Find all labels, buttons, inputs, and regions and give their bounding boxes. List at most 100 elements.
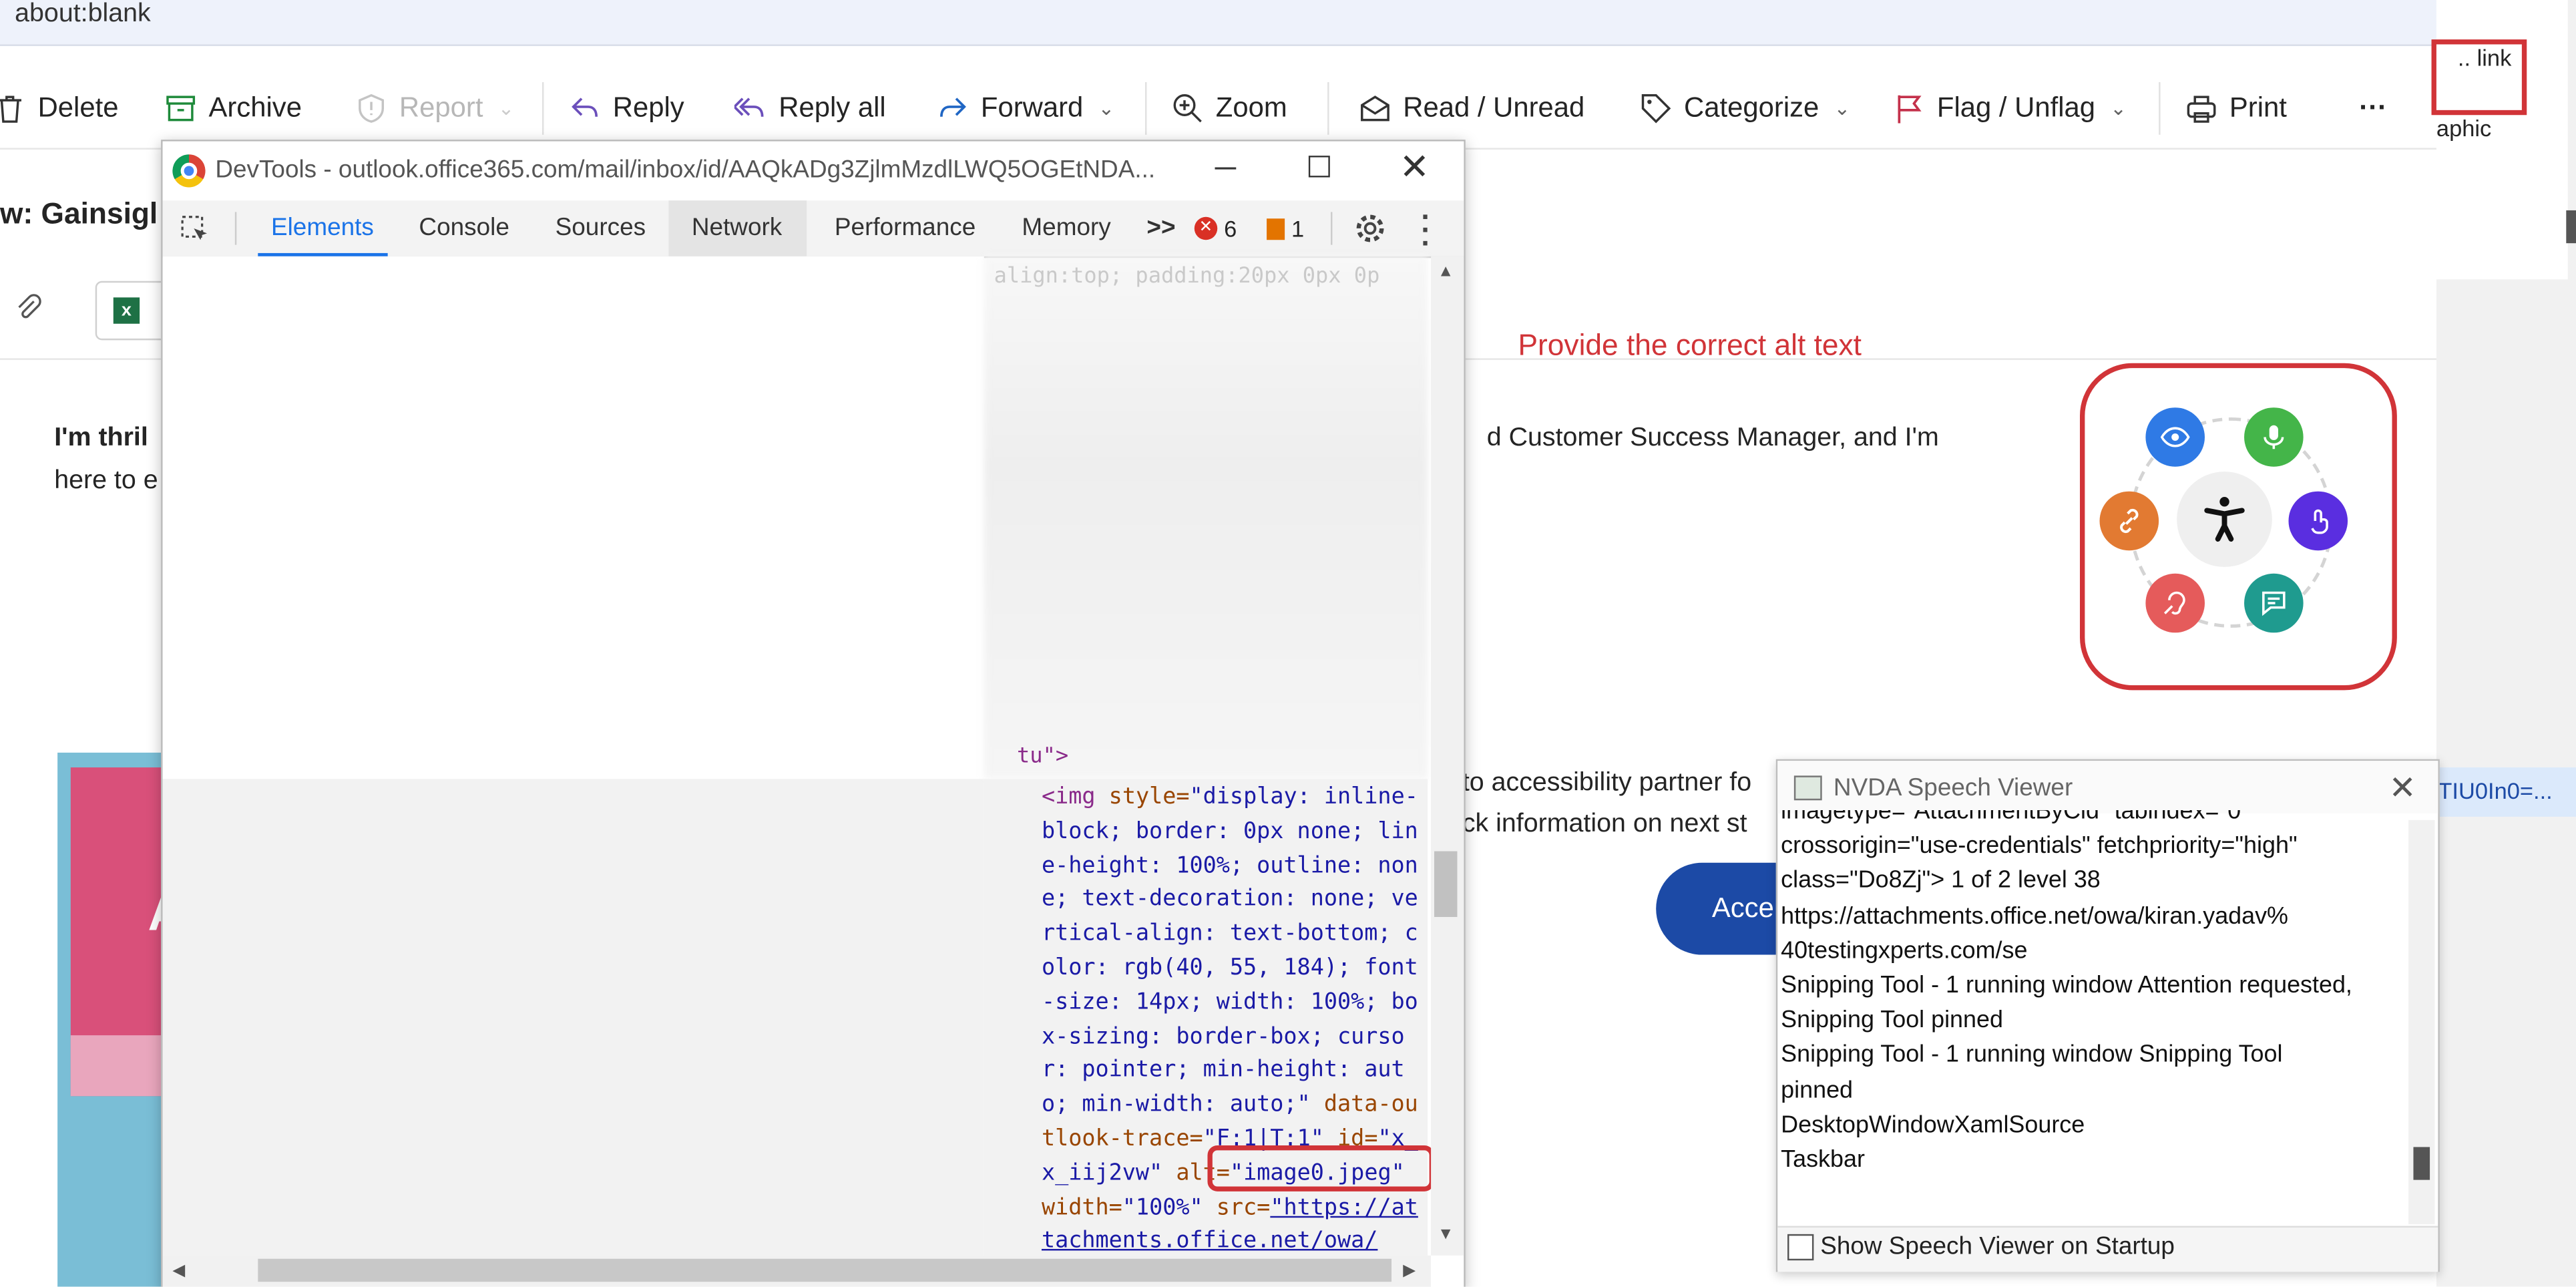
nvda-titlebar[interactable]: NVDA Speech Viewer ✕ (1777, 761, 2438, 813)
trash-icon (0, 96, 21, 123)
tag-icon (1641, 94, 1671, 124)
touch-icon[interactable] (2288, 491, 2348, 551)
show-on-startup-checkbox[interactable] (1787, 1234, 1814, 1261)
scroll-left-icon[interactable]: ◀ (172, 1262, 185, 1280)
reply-all-button[interactable]: Reply all (734, 89, 886, 128)
scrollbar-thumb[interactable] (1434, 851, 1458, 917)
speech-line: pinned (1781, 1077, 1854, 1104)
devtools-titlebar[interactable]: DevTools - outlook.office365.com/mail/in… (162, 141, 1464, 201)
print-button[interactable]: Print (2185, 89, 2287, 128)
reply-button[interactable]: Reply (568, 89, 684, 128)
hearing-icon[interactable] (2145, 573, 2205, 633)
flag-unflag-button[interactable]: Flag / Unflag ⌄ (1892, 89, 2127, 128)
body-text: I'm thril (54, 423, 148, 452)
alt-attribute-highlight (1207, 1145, 1435, 1191)
categorize-button[interactable]: Categorize ⌄ (1640, 89, 1850, 128)
link-text[interactable]: .. link (2458, 44, 2511, 70)
zoom-button[interactable]: Zoom (1171, 89, 1287, 128)
tab-sources[interactable]: Sources (542, 200, 659, 256)
tab-console[interactable]: Console (406, 200, 523, 256)
shield-icon (359, 94, 385, 123)
code-line: align:top; padding:20px 0px 0p (994, 264, 1380, 290)
body-text: d Customer Success Manager, and I'm (1486, 423, 1939, 452)
gear-icon[interactable] (1353, 212, 1386, 253)
speech-line: DesktopWindowXamlSource (1781, 1112, 2085, 1139)
chrome-icon (172, 154, 206, 188)
tab-network[interactable]: Network (668, 200, 807, 256)
show-on-startup-label: Show Speech Viewer on Startup (1820, 1232, 2175, 1261)
annotation-label: Provide the correct alt text (1518, 329, 1862, 362)
divider (2159, 82, 2161, 135)
read-unread-button[interactable]: Read / Unread (1359, 89, 1584, 128)
warning-count[interactable]: 1 (1267, 215, 1304, 242)
banner-pink-strip (70, 1035, 165, 1097)
divider (234, 212, 237, 245)
speech-line: Snipping Tool - 1 running window Snippin… (1781, 1042, 2283, 1069)
paperclip-icon (13, 293, 43, 331)
vertical-scrollbar[interactable]: ▲ ▼ (1431, 256, 1464, 1256)
error-count[interactable]: ✕ 6 (1194, 215, 1237, 242)
envelope-open-icon (1361, 96, 1389, 122)
body-text: to accessibility partner fo (1462, 769, 1752, 797)
body-text: ck information on next st (1462, 810, 1747, 838)
printer-icon (2187, 96, 2216, 123)
graphic-text: aphic (2436, 115, 2492, 142)
forward-button[interactable]: Forward ⌄ (936, 89, 1114, 128)
chevron-down-icon[interactable]: ⌄ (1098, 97, 1114, 120)
tab-performance[interactable]: Performance (821, 200, 989, 256)
reply-icon (572, 98, 598, 117)
dom-tree-area-lower (162, 779, 984, 1256)
forward-icon (940, 98, 966, 117)
scrollbar-thumb[interactable] (258, 1258, 1392, 1282)
nvda-speech-viewer: NVDA Speech Viewer ✕ imagetype="Attachme… (1775, 759, 2440, 1272)
speech-log[interactable]: imagetype="AttachmentByCid" tabindex="0"… (1781, 810, 2405, 1221)
link-icon[interactable] (2099, 491, 2159, 551)
eye-icon[interactable] (2145, 407, 2205, 467)
scrollbar-thumb[interactable] (2413, 1147, 2430, 1180)
archive-button[interactable]: Archive (164, 89, 302, 128)
zoom-icon (1173, 94, 1202, 123)
scroll-down-icon[interactable]: ▼ (1438, 1226, 1454, 1244)
divider (1144, 82, 1147, 135)
body-text: here to e (54, 466, 158, 495)
address-bar[interactable]: about:blank (0, 0, 2436, 46)
scroll-right-icon[interactable]: ▶ (1403, 1262, 1416, 1280)
warning-icon (1267, 218, 1285, 240)
window-icon (1793, 775, 1822, 801)
chat-icon[interactable] (2244, 573, 2304, 633)
speech-line: imagetype="AttachmentByCid" tabindex="0" (1781, 810, 2249, 825)
speech-line: Snipping Tool pinned (1781, 1007, 2003, 1035)
speech-line: 40testingxperts.com/se (1781, 938, 2028, 964)
kebab-menu-icon[interactable]: · · · (1421, 202, 1431, 258)
chevron-down-icon[interactable]: ⌄ (2110, 97, 2127, 120)
speech-line: class="Do8Zj"> 1 of 2 level 38 (1781, 868, 2101, 895)
chevron-down-icon[interactable]: ⌄ (1834, 97, 1850, 120)
microphone-icon[interactable] (2244, 407, 2304, 467)
maximize-button[interactable]: ☐ (1299, 151, 1339, 186)
close-icon[interactable]: ✕ (2389, 767, 2416, 809)
scroll-up-icon[interactable]: ▲ (1438, 263, 1454, 281)
mail-toolbar: Delete Archive Report ⌄ Reply Reply all F… (0, 65, 2436, 150)
accessibility-person-icon[interactable] (2177, 472, 2272, 567)
more-tabs-button[interactable]: >> (1134, 200, 1189, 256)
address-text: about:blank (15, 0, 151, 28)
devtools-tabbar: Elements Console Sources Network Perform… (162, 200, 1464, 258)
speech-line: Snipping Tool - 1 running window Attenti… (1781, 972, 2352, 1000)
close-button[interactable]: ✕ (1395, 146, 1434, 189)
devtools-title: DevTools - outlook.office365.com/mail/in… (215, 156, 1156, 184)
excel-icon: x (113, 297, 140, 324)
tab-elements[interactable]: Elements (258, 200, 387, 256)
minimize-button[interactable]: ─ (1206, 151, 1245, 186)
more-actions-button[interactable]: ··· (2359, 89, 2387, 128)
selected-item-text: TIU0In0=... (2438, 777, 2553, 804)
error-icon: ✕ (1194, 216, 1218, 240)
scrollbar-thumb[interactable] (2566, 210, 2576, 244)
speech-line: https://attachments.office.net/owa/kiran… (1781, 903, 2289, 930)
delete-button[interactable]: Delete (0, 89, 119, 128)
chevron-down-icon: ⌄ (497, 97, 515, 120)
tab-memory[interactable]: Memory (1009, 200, 1124, 256)
code-line: tu"> (1017, 744, 1069, 769)
report-button[interactable]: Report ⌄ (355, 89, 514, 128)
inspect-element-icon[interactable] (179, 214, 212, 255)
message-subject: w: Gainsigl (0, 197, 158, 230)
